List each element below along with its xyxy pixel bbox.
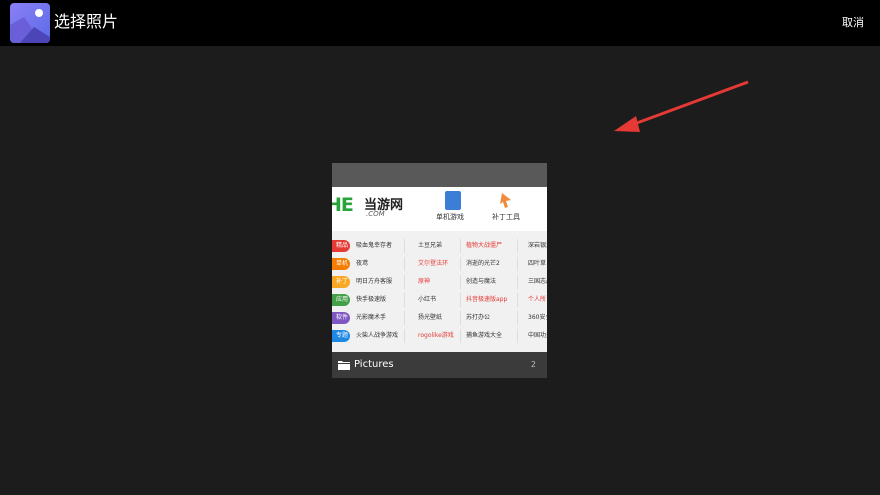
thumbnail-divider — [404, 329, 405, 343]
album-name: Pictures — [354, 359, 394, 370]
thumbnail-row: 专题火柴人战争游戏 rogolike游戏 捕鱼游戏大全 中国功夫 — [332, 327, 547, 345]
gallery-app-icon — [10, 3, 50, 43]
thumbnail-category-tag: 应用 — [332, 294, 350, 306]
thumbnail-link: 扬光壁纸 — [418, 314, 443, 321]
thumbnail-category-tag: 精品 — [332, 240, 350, 252]
thumbnail-divider — [517, 275, 518, 289]
cancel-button[interactable]: 取消 — [842, 15, 864, 31]
album-pictures[interactable]: HE 当游网 .COM 单机游戏 补丁工具 精品 吸血鬼幸存者 土豆兄弟 植物大战僵尸… — [332, 163, 547, 378]
thumbnail-link: 光影魔术手 — [356, 314, 387, 321]
thumbnail-divider — [517, 311, 518, 325]
thumbnail-link: 创造与魔法 — [466, 278, 497, 285]
thumbnail-divider — [404, 311, 405, 325]
thumbnail-divider — [404, 293, 405, 307]
thumbnail-link: 夜鸢 — [356, 260, 369, 267]
thumbnail-link: 四叶草 — [528, 260, 547, 267]
thumbnail-link: 明日方舟客服 — [356, 278, 393, 285]
thumbnail-divider — [404, 239, 405, 253]
thumbnail-category-tag: 补丁 — [332, 276, 350, 288]
thumbnail-link: 消逝的光芒2 — [466, 260, 500, 267]
thumbnail-divider — [460, 293, 461, 307]
thumbnail-link: 土豆兄弟 — [418, 242, 443, 249]
thumbnail-row: 应用 快手极速版 小红书 抖音极速版app 个人所 — [332, 291, 547, 309]
top-bar: 选择照片 取消 — [0, 0, 880, 46]
folder-icon — [338, 361, 350, 370]
page-title: 选择照片 — [54, 12, 119, 31]
thumbnail-row: 补丁明日方舟客服 原神 创造与魔法 三国志战 — [332, 273, 547, 291]
thumbnail-link: 火柴人战争游戏 — [356, 332, 399, 339]
nav-single-game: 单机游戏 — [436, 213, 464, 221]
thumbnail-category-tag: 单机 — [332, 258, 350, 270]
thumbnail-link: 中国功夫 — [528, 332, 547, 339]
thumbnail-divider — [517, 239, 518, 253]
thumbnail-divider — [517, 257, 518, 271]
thumbnail-divider — [517, 329, 518, 343]
thumbnail-link: 艾尔登法环 — [418, 260, 449, 267]
thumbnail-link-grid: 精品吸血鬼幸存者 土豆兄弟 植物大战僵尸 深岩银河单机夜鸢 艾尔登法环 消逝的光芒2 四叶草… — [332, 237, 547, 345]
thumbnail-link: 三国志战 — [528, 278, 547, 285]
thumbnail-divider — [460, 275, 461, 289]
single-game-icon — [445, 191, 461, 210]
thumbnail-site-header: HE 当游网 .COM 单机游戏 补丁工具 — [332, 187, 547, 231]
thumbnail-link: 苏打办公 — [466, 314, 491, 321]
patch-tool-icon — [500, 193, 511, 208]
album-footer: Pictures 2 — [332, 352, 547, 378]
thumbnail-link: 个人所 — [528, 296, 547, 303]
thumbnail-link: 捕鱼游戏大全 — [466, 332, 503, 339]
thumbnail-row: 软件光影魔术手 扬光壁纸 苏打办公 360安全 — [332, 309, 547, 327]
thumbnail-top-strip — [332, 163, 547, 187]
site-logo-domain: .COM — [366, 210, 385, 218]
thumbnail-divider — [460, 311, 461, 325]
thumbnail-row: 单机 夜鸢 艾尔登法环 消逝的光芒2 四叶草 — [332, 255, 547, 273]
thumbnail-category-tag: 软件 — [332, 312, 350, 324]
thumbnail-row: 精品吸血鬼幸存者 土豆兄弟 植物大战僵尸 深岩银河 — [332, 237, 547, 255]
thumbnail-link: 快手极速版 — [356, 296, 387, 303]
nav-patch-tools: 补丁工具 — [492, 213, 520, 221]
thumbnail-link: 吸血鬼幸存者 — [356, 242, 393, 249]
thumbnail-link: rogolike游戏 — [418, 332, 454, 339]
thumbnail-divider — [404, 257, 405, 271]
thumbnail-link: 小红书 — [418, 296, 437, 303]
annotation-arrow — [614, 80, 749, 132]
thumbnail-link: 原神 — [418, 278, 431, 285]
thumbnail-link: 深岩银河 — [528, 242, 547, 249]
thumbnail-divider — [517, 293, 518, 307]
thumbnail-divider — [460, 329, 461, 343]
site-logo-mark: HE — [332, 194, 354, 216]
thumbnail-link: 360安全 — [528, 314, 547, 321]
thumbnail-link: 抖音极速版app — [466, 296, 508, 303]
thumbnail-link: 植物大战僵尸 — [466, 242, 503, 249]
thumbnail-divider — [460, 257, 461, 271]
thumbnail-divider — [460, 239, 461, 253]
thumbnail-category-tag: 专题 — [332, 330, 350, 342]
thumbnail-divider — [404, 275, 405, 289]
album-count: 2 — [530, 360, 536, 369]
